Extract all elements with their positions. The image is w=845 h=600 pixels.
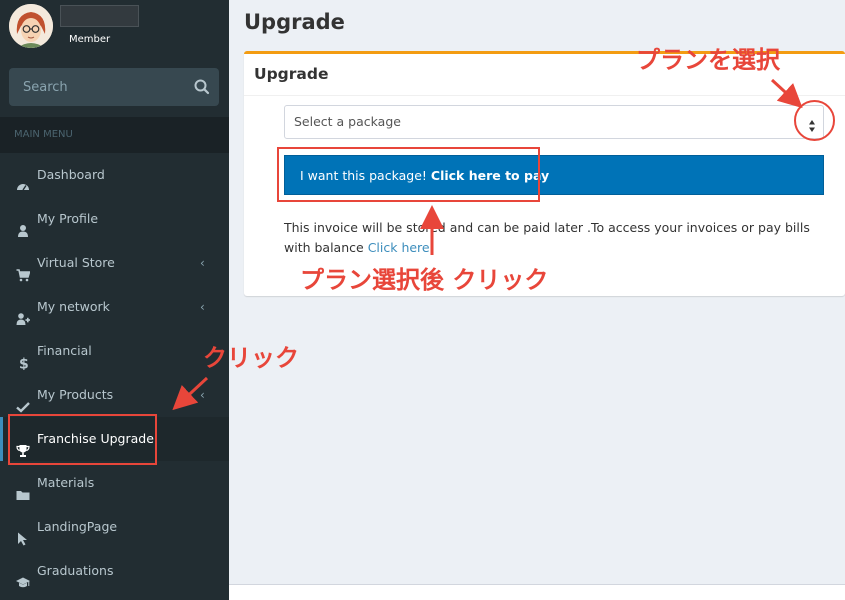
- box-title: Upgrade: [254, 65, 329, 83]
- sidebar: Member MAIN MENU Dashboard My Profile Vi…: [0, 0, 229, 600]
- avatar[interactable]: [9, 4, 53, 48]
- sidebar-item-graduations[interactable]: Graduations: [0, 549, 229, 593]
- pointer-icon: [16, 520, 30, 546]
- annotation-highlight-franchise: [8, 414, 157, 465]
- package-select[interactable]: Select a package: [284, 105, 824, 139]
- menu-header: MAIN MENU: [0, 117, 229, 153]
- annotation-circle-select: [794, 100, 835, 141]
- sidebar-item-virtual-store[interactable]: Virtual Store ‹: [0, 241, 229, 285]
- sidebar-item-my-products[interactable]: My Products ‹: [0, 373, 229, 417]
- footer-strip: [229, 584, 845, 600]
- chevron-left-icon: ‹: [200, 388, 205, 402]
- annotation-select-plan: プランを選択: [636, 46, 780, 74]
- user-icon: [16, 212, 30, 237]
- search-input[interactable]: [9, 68, 184, 106]
- avatar-image: [9, 4, 53, 48]
- sidebar-item-dashboard[interactable]: Dashboard: [0, 153, 229, 197]
- user-plus-icon: [16, 300, 30, 325]
- graduation-cap-icon: [16, 564, 30, 588]
- check-icon: [16, 388, 30, 413]
- sidebar-item-label: LandingPage: [37, 519, 118, 534]
- annotation-click: クリック: [203, 344, 299, 372]
- sidebar-item-label: Financial: [37, 343, 92, 358]
- svg-text:$: $: [19, 357, 29, 371]
- cart-icon: [16, 256, 31, 282]
- dashboard-icon: [16, 168, 30, 191]
- sidebar-item-label: My Profile: [37, 211, 99, 226]
- dollar-icon: $: [16, 344, 30, 373]
- user-role: Member: [69, 34, 111, 45]
- sidebar-item-landing-page[interactable]: LandingPage: [0, 505, 229, 549]
- sidebar-item-my-network[interactable]: My network ‹: [0, 285, 229, 329]
- sidebar-item-my-profile[interactable]: My Profile: [0, 197, 229, 241]
- sidebar-item-label: Virtual Store: [37, 255, 115, 270]
- package-select-value: Select a package: [294, 114, 401, 129]
- annotation-click-after-select: プラン選択後 クリック: [300, 266, 549, 294]
- sidebar-item-label: Materials: [37, 475, 95, 490]
- invoice-link[interactable]: Click here: [368, 240, 430, 255]
- sidebar-item-label: Dashboard: [37, 167, 105, 182]
- sidebar-item-label: My network: [37, 299, 110, 314]
- sidebar-item-label: Graduations: [37, 563, 114, 578]
- invoice-info-text: This invoice will be stored and can be p…: [284, 220, 810, 255]
- invoice-info: This invoice will be stored and can be p…: [284, 218, 824, 258]
- invoice-info-suffix: .: [429, 240, 434, 255]
- sidebar-search: [9, 68, 219, 106]
- chevron-left-icon: ‹: [200, 256, 205, 270]
- annotation-highlight-pay-button: [277, 147, 540, 202]
- sidebar-item-label: My Products: [37, 387, 114, 402]
- user-name-redacted: [60, 5, 139, 27]
- sidebar-item-financial[interactable]: $ Financial: [0, 329, 229, 373]
- folder-icon: [16, 476, 30, 500]
- user-panel: Member: [0, 0, 229, 60]
- sidebar-item-materials[interactable]: Materials: [0, 461, 229, 505]
- chevron-left-icon: ‹: [200, 300, 205, 314]
- page-title: Upgrade: [244, 10, 345, 34]
- search-icon[interactable]: [193, 78, 211, 96]
